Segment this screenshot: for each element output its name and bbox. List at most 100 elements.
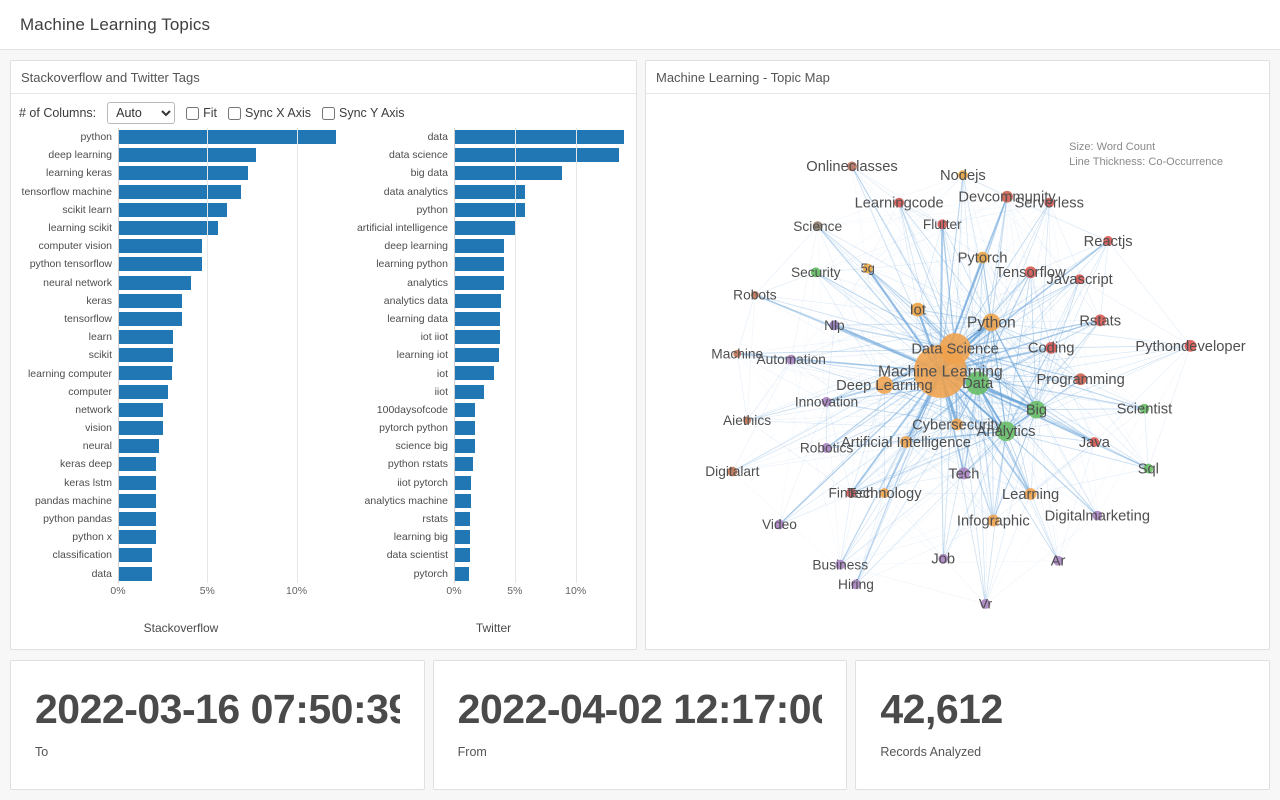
bar-row[interactable]: 100daysofcode: [351, 401, 636, 419]
bar-row[interactable]: learning python: [351, 255, 636, 273]
kpi-card[interactable]: 2022-03-16 07:50:39 To: [10, 659, 425, 790]
bar-row[interactable]: scikit: [11, 346, 351, 364]
bar[interactable]: [118, 220, 218, 235]
bar[interactable]: [118, 548, 152, 563]
bar-row[interactable]: iot: [351, 364, 636, 382]
columns-select[interactable]: Auto: [107, 102, 176, 124]
bar[interactable]: [118, 330, 174, 345]
bar[interactable]: [454, 275, 504, 290]
bar[interactable]: [454, 202, 525, 217]
bar[interactable]: [118, 530, 156, 545]
bar-row[interactable]: keras lstm: [11, 474, 351, 492]
bar[interactable]: [118, 184, 242, 199]
bar-row[interactable]: learning scikit: [11, 219, 351, 237]
bar-row[interactable]: learning iot: [351, 346, 636, 364]
bar-row[interactable]: classification: [11, 546, 351, 564]
bar-row[interactable]: analytics data: [351, 292, 636, 310]
bar[interactable]: [454, 548, 470, 563]
bar[interactable]: [454, 130, 625, 144]
bar[interactable]: [454, 475, 472, 490]
bar-row[interactable]: python rstats: [351, 455, 636, 473]
bar[interactable]: [454, 293, 502, 308]
bar[interactable]: [118, 311, 183, 326]
bar[interactable]: [454, 402, 475, 417]
bar-row[interactable]: artificial intelligence: [351, 219, 636, 237]
sync-y-axis-checkbox[interactable]: [322, 106, 336, 120]
bar-row[interactable]: learning big: [351, 528, 636, 546]
bar[interactable]: [118, 293, 183, 308]
bar-row[interactable]: pytorch python: [351, 419, 636, 437]
bar[interactable]: [118, 475, 156, 490]
bar[interactable]: [454, 148, 620, 163]
bar[interactable]: [118, 493, 156, 508]
bar-row[interactable]: data scientist: [351, 546, 636, 564]
bar-row[interactable]: computer vision: [11, 237, 351, 255]
bar-row[interactable]: iiot: [351, 383, 636, 401]
bar[interactable]: [118, 366, 172, 381]
bar[interactable]: [454, 421, 475, 435]
bar[interactable]: [454, 184, 525, 199]
bar[interactable]: [454, 330, 501, 345]
bar-row[interactable]: tensorflow: [11, 310, 351, 328]
bar-row[interactable]: python pandas: [11, 510, 351, 528]
bar[interactable]: [454, 366, 495, 381]
bar[interactable]: [454, 257, 504, 272]
bar-row[interactable]: data: [11, 565, 351, 583]
bar[interactable]: [454, 220, 515, 235]
bar[interactable]: [118, 257, 202, 272]
bar-row[interactable]: iot iiot: [351, 328, 636, 346]
sync-x-axis-checkbox-wrap[interactable]: Sync X Axis: [228, 106, 311, 120]
bar-row[interactable]: scikit learn: [11, 201, 351, 219]
bar-row[interactable]: neural network: [11, 274, 351, 292]
bar-row[interactable]: pandas machine: [11, 492, 351, 510]
bar[interactable]: [118, 348, 174, 363]
bar-row[interactable]: keras: [11, 292, 351, 310]
bar[interactable]: [454, 511, 470, 526]
bar-row[interactable]: data science: [351, 146, 636, 164]
bar[interactable]: [118, 239, 202, 254]
topic-map-graph[interactable]: OnlineclassesNodejsLearningcode Devcommun…: [646, 94, 1269, 649]
bar-row[interactable]: big data: [351, 164, 636, 182]
bar[interactable]: [454, 239, 504, 254]
bar-row[interactable]: python: [351, 201, 636, 219]
kpi-card[interactable]: 2022-04-02 12:17:00 From: [432, 659, 848, 790]
bar-row[interactable]: python tensorflow: [11, 255, 351, 273]
bar[interactable]: [454, 439, 475, 454]
bar-row[interactable]: tensorflow machine: [11, 183, 351, 201]
bar[interactable]: [118, 148, 256, 163]
bar-row[interactable]: analytics: [351, 274, 636, 292]
bar-row[interactable]: data analytics: [351, 183, 636, 201]
fit-checkbox[interactable]: [186, 106, 200, 120]
bar[interactable]: [118, 439, 160, 454]
sync-x-axis-checkbox[interactable]: [228, 106, 242, 120]
bar-row[interactable]: iiot pytorch: [351, 474, 636, 492]
kpi-card[interactable]: 42,612 Records Analyzed: [855, 659, 1271, 790]
bar[interactable]: [118, 166, 249, 181]
bar[interactable]: [118, 130, 336, 144]
bar[interactable]: [118, 457, 156, 472]
bar-row[interactable]: vision: [11, 419, 351, 437]
bar-row[interactable]: neural: [11, 437, 351, 455]
bar[interactable]: [118, 202, 227, 217]
bar-row[interactable]: computer: [11, 383, 351, 401]
bar[interactable]: [454, 311, 501, 326]
bar-row[interactable]: rstats: [351, 510, 636, 528]
bar-row[interactable]: keras deep: [11, 455, 351, 473]
bar[interactable]: [454, 348, 500, 363]
sync-y-axis-checkbox-wrap[interactable]: Sync Y Axis: [322, 106, 405, 120]
bar[interactable]: [454, 530, 470, 545]
bar[interactable]: [118, 275, 192, 290]
bar[interactable]: [454, 457, 474, 472]
bar-row[interactable]: analytics machine: [351, 492, 636, 510]
bar[interactable]: [118, 421, 163, 435]
fit-checkbox-wrap[interactable]: Fit: [186, 106, 217, 120]
topic-map[interactable]: Onlineclasses Nodejs Learningcode Devcommun…: [646, 94, 1269, 649]
bar[interactable]: [454, 166, 563, 181]
bar[interactable]: [118, 402, 163, 417]
bar-row[interactable]: pytorch: [351, 565, 636, 583]
bar-row[interactable]: learning keras: [11, 164, 351, 182]
bar-row[interactable]: science big: [351, 437, 636, 455]
bar[interactable]: [454, 384, 485, 399]
bar-row[interactable]: deep learning: [11, 146, 351, 164]
bar[interactable]: [118, 384, 168, 399]
